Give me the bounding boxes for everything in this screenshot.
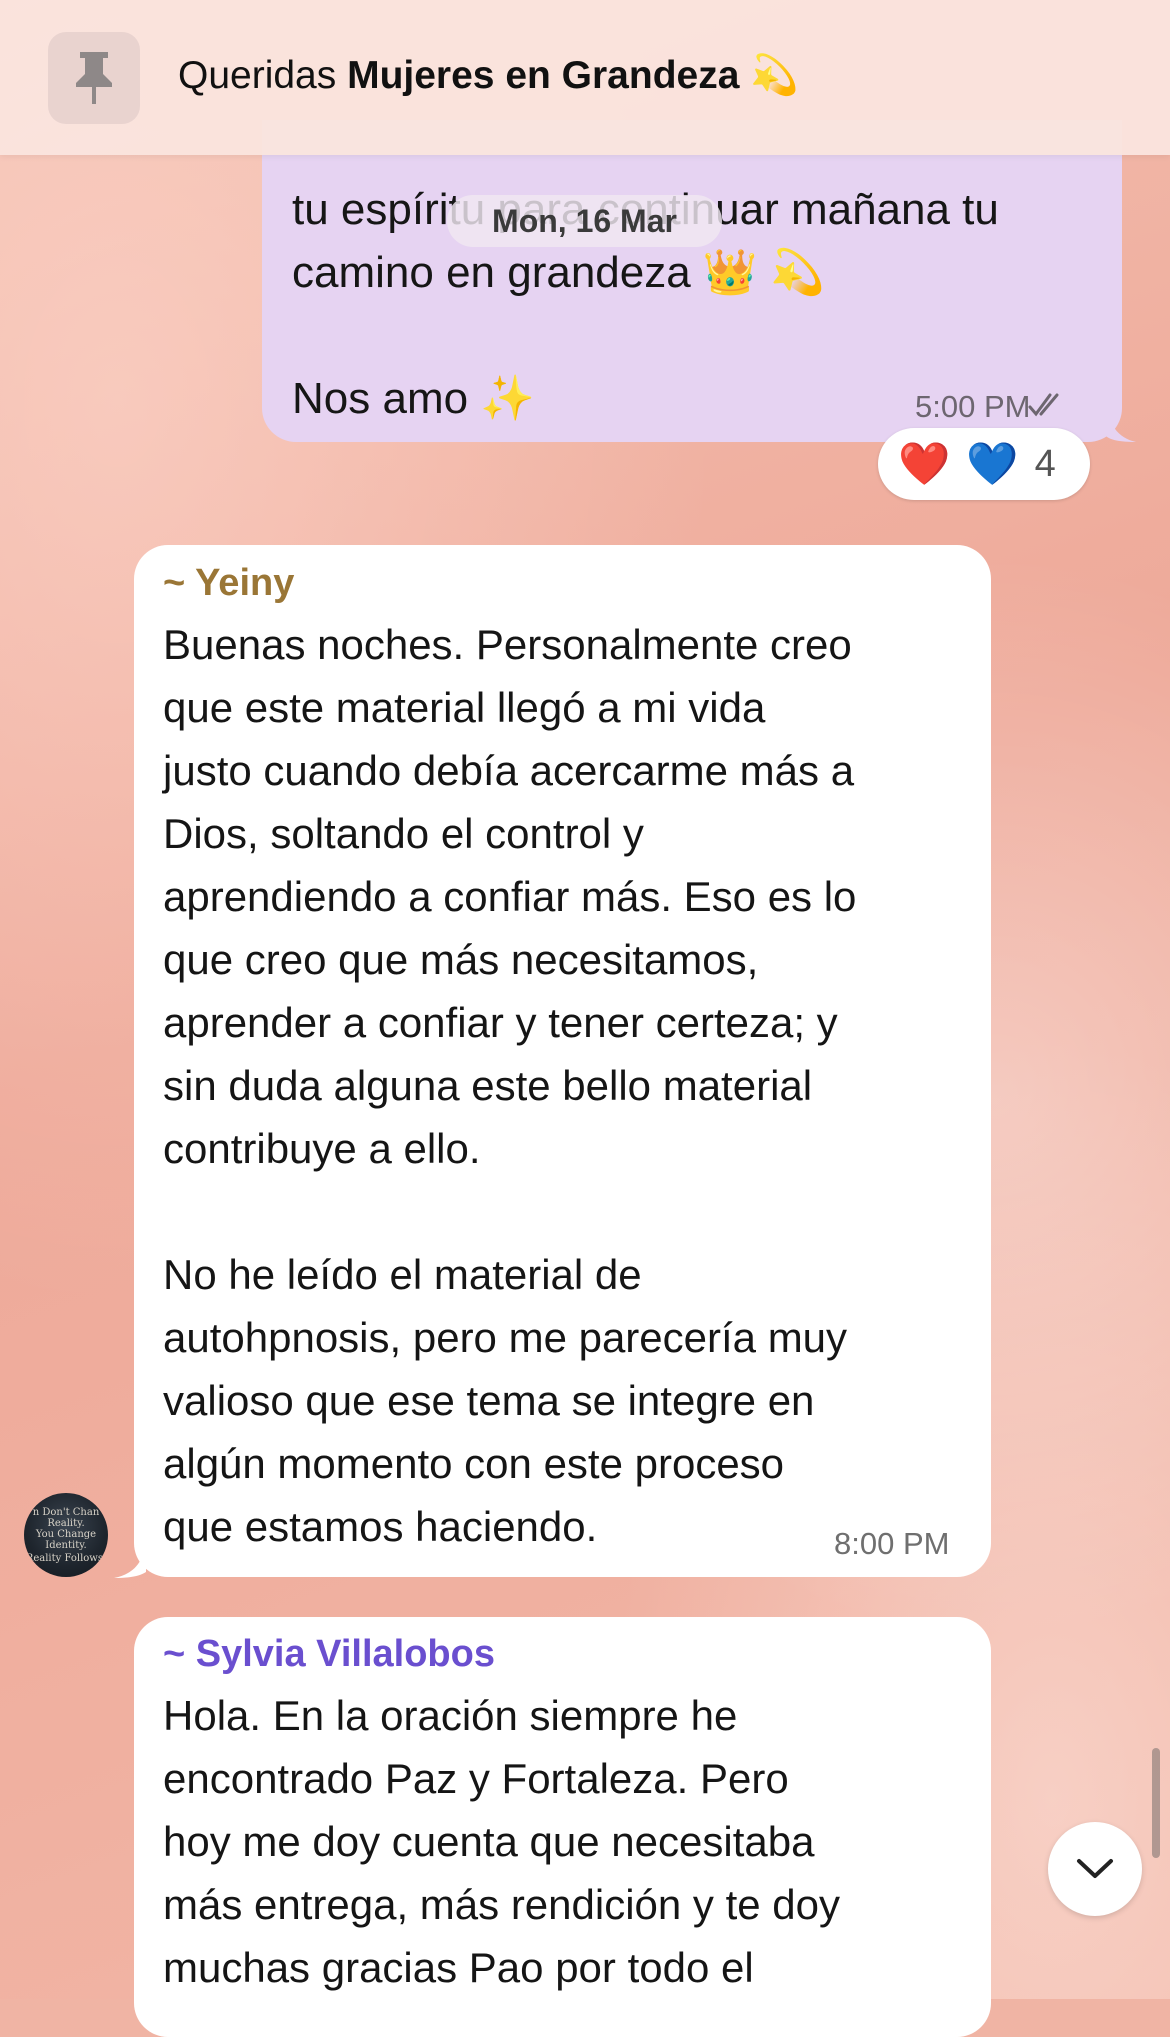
message-line: algún momento con este proceso	[163, 1440, 785, 1487]
message-line: muchas gracias Pao por todo el	[163, 1944, 754, 1991]
message-line	[163, 1180, 963, 1243]
message-line: que creo que más necesitamos,	[163, 936, 759, 983]
sender-name[interactable]: ~ Yeiny	[163, 562, 294, 605]
pinned-message-bar[interactable]: Queridas Mujeres en Grandeza 💫	[0, 0, 1170, 155]
message-line: sin duda alguna este bello material	[163, 1062, 813, 1109]
message-text: Hola. En la oración siempre he encontrad…	[163, 1684, 963, 1999]
message-line: valioso que ese tema se integre en	[163, 1377, 815, 1424]
message-line: más entrega, más rendición y te doy	[163, 1881, 841, 1928]
message-line: contribuye a ello.	[163, 1125, 481, 1172]
message-text: Buenas noches. Personalmente creo que es…	[163, 613, 963, 1558]
bubble-tail	[1106, 400, 1136, 442]
message-line: autohpnosis, pero me parecería muy	[163, 1314, 848, 1361]
message-line: Dios, soltando el control y	[163, 810, 644, 857]
message-line	[292, 304, 1092, 367]
sender-name[interactable]: ~ Sylvia Villalobos	[163, 1633, 495, 1676]
avatar-text: You Change	[35, 1529, 97, 1540]
message-timestamp: 5:00 PM	[915, 389, 1031, 424]
message-line: justo cuando debía acercarme más a	[163, 747, 855, 794]
pinned-message-text: Queridas Mujeres en Grandeza 💫	[178, 52, 799, 98]
bubble-tail	[114, 1540, 146, 1578]
date-separator: Mon, 16 Mar	[447, 195, 722, 247]
scroll-to-bottom-button[interactable]	[1048, 1822, 1142, 1916]
reactions-pill[interactable]: ❤️ 💙 4	[878, 428, 1090, 500]
avatar-text: n Don't Chan	[32, 1507, 100, 1518]
message-timestamp: 8:00 PM	[834, 1526, 950, 1561]
blue-heart-reaction-icon: 💙	[966, 439, 1019, 487]
message-line: aprendiendo a confiar más. Eso es lo	[163, 873, 857, 920]
message-line: No he leído el material de	[163, 1251, 642, 1298]
avatar-text: Reality Follows.	[25, 1553, 107, 1564]
pinned-prefix: Queridas	[178, 54, 337, 97]
chevron-down-icon	[1077, 1859, 1113, 1878]
avatar[interactable]: n Don't Chan Reality. You Change Identit…	[24, 1493, 108, 1577]
pin-button[interactable]	[48, 32, 140, 124]
avatar-text: Reality.	[47, 1518, 85, 1529]
message-line: que este material llegó a mi vida	[163, 684, 766, 731]
scrollbar[interactable]	[1152, 1748, 1160, 1858]
pinned-group-name: Mujeres en Grandeza	[347, 54, 740, 97]
avatar-text: Identity.	[45, 1540, 87, 1551]
dizzy-emoji-icon: 💫	[750, 54, 799, 97]
message-line: aprender a confiar y tener certeza; y	[163, 999, 838, 1046]
message-line: camino en grandeza 👑 💫	[292, 248, 825, 297]
pin-icon	[76, 52, 112, 104]
message-line: hoy me doy cuenta que necesitaba	[163, 1818, 815, 1865]
message-line: encontrado Paz y Fortaleza. Pero	[163, 1755, 789, 1802]
reaction-count: 4	[1034, 442, 1056, 485]
message-line: Hola. En la oración siempre he	[163, 1692, 738, 1739]
double-check-icon	[1028, 393, 1059, 417]
message-line: Buenas noches. Personalmente creo	[163, 621, 852, 668]
heart-reaction-icon: ❤️	[898, 439, 951, 487]
